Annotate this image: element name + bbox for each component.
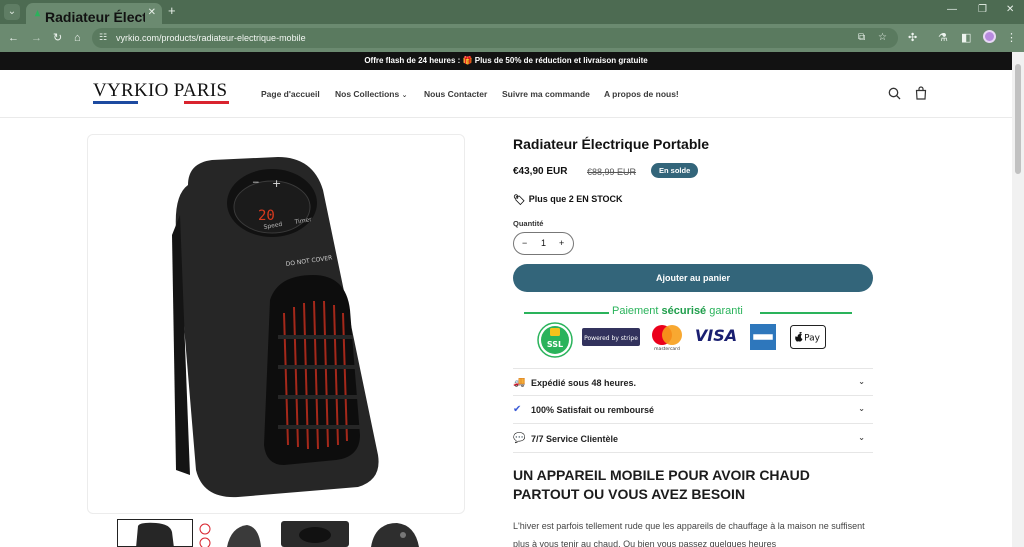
bookmark-star-icon[interactable]: ☆	[878, 32, 887, 43]
accordion-support-label: 7/7 Service Clientèle	[531, 434, 619, 444]
accordion-guarantee[interactable]: ✔ 100% Satisfait ou remboursé ⌄	[513, 396, 873, 424]
browser-toolbar: ← → ↻ ⌂ ☷ vyrkio.com/products/radiateur-…	[0, 24, 1024, 52]
site-info-icon[interactable]: ☷	[99, 32, 107, 43]
stripe-logo-icon: Powered by stripe	[582, 328, 640, 346]
description-heading: UN APPAREIL MOBILE POUR AVOIR CHAUD PART…	[513, 467, 810, 502]
chevron-down-icon: ⌄	[858, 433, 865, 442]
logo-tricolor-stripe	[93, 101, 229, 104]
visa-text: VISA	[695, 326, 737, 345]
tab-list-chevron-icon[interactable]: ⌄	[4, 4, 20, 20]
quantity-stepper: − 1 +	[513, 232, 574, 255]
tab-close-icon[interactable]: ✕	[148, 7, 156, 18]
announcement-bar: Offre flash de 24 heures : 🎁 Plus de 50%…	[0, 52, 1012, 70]
divider-right	[760, 312, 852, 314]
description-text: L'hiver est parfois tellement rude que l…	[513, 521, 865, 547]
stock-text: Plus que 2 EN STOCK	[528, 194, 623, 204]
accordion-guarantee-label: 100% Satisfait ou remboursé	[531, 405, 655, 415]
address-bar[interactable]: ☷ vyrkio.com/products/radiateur-electriq…	[92, 28, 898, 48]
visa-logo-icon: VISA	[695, 326, 737, 345]
thumbnail-1[interactable]	[117, 519, 193, 547]
truck-icon: 🚚	[513, 377, 526, 388]
apple-pay-logo-icon: Pay	[790, 325, 826, 349]
browser-menu-icon[interactable]: ⋮	[1006, 31, 1017, 45]
minimize-icon[interactable]: —	[947, 4, 957, 15]
scrollbar-thumb[interactable]	[1015, 64, 1021, 174]
chevron-down-icon: ⌄	[401, 92, 408, 99]
thumbnail-heater-icon	[136, 522, 174, 546]
thumbnail-panel-icon	[281, 521, 349, 547]
home-icon[interactable]: ⌂	[74, 31, 81, 45]
chevron-down-icon: ⌄	[858, 404, 865, 413]
forward-icon[interactable]: →	[31, 31, 42, 45]
page-scrollbar[interactable]	[1012, 52, 1024, 547]
ssl-badge-icon: SSL	[537, 322, 573, 358]
logo-text: VYRKIO PARIS	[93, 80, 228, 101]
accordion-support[interactable]: 💬 7/7 Service Clientèle ⌄	[513, 425, 873, 453]
secure-payment-label: Paiement sécurisé garanti	[612, 305, 743, 317]
accordion-shipping-label: Expédié sous 48 heures.	[531, 378, 637, 388]
thumbnail-4[interactable]	[357, 519, 433, 547]
device-plus-label: +	[272, 177, 281, 190]
quantity-input[interactable]: 1	[541, 238, 546, 248]
check-icon: ✔	[513, 404, 522, 415]
browser-tab-active[interactable]: Radiateur Électrique Portable ✕	[26, 3, 162, 25]
nav-collections[interactable]: Nos Collections ⌄	[335, 89, 407, 99]
mastercard-text: mastercard	[654, 346, 680, 352]
regular-price: €88,99 EUR	[587, 167, 637, 177]
apple-pay-text: Pay	[804, 334, 821, 344]
product-main-image[interactable]: − + 20 Speed Timer DO NOT COVER	[87, 134, 465, 514]
new-tab-button[interactable]: +	[168, 4, 176, 18]
cart-bag-icon[interactable]	[915, 86, 927, 100]
device-minus-label: −	[252, 178, 260, 188]
window-close-icon[interactable]: ✕	[1006, 4, 1014, 15]
heater-illustration: − + 20 Speed Timer DO NOT COVER	[172, 157, 379, 498]
chat-icon: 💬	[513, 433, 526, 444]
url-text[interactable]: vyrkio.com/products/radiateur-electrique…	[116, 33, 306, 43]
brand-logo[interactable]: VYRKIO PARIS	[93, 80, 229, 104]
add-to-cart-button[interactable]: Ajouter au panier	[513, 264, 873, 292]
ssl-text: SSL	[547, 340, 563, 349]
nav-about[interactable]: A propos de nous!	[604, 89, 679, 99]
accordion-shipping[interactable]: 🚚 Expédié sous 48 heures. ⌄	[513, 368, 873, 396]
profile-avatar[interactable]	[983, 30, 996, 43]
quantity-increase-button[interactable]: +	[559, 238, 564, 248]
search-icon[interactable]	[888, 87, 901, 100]
divider-left	[524, 312, 609, 314]
labs-flask-icon[interactable]: ⚗	[938, 31, 948, 45]
amex-logo-icon	[750, 324, 776, 350]
chevron-down-icon: ⌄	[858, 377, 865, 386]
quantity-label: Quantité	[513, 219, 544, 228]
restore-icon[interactable]: ❐	[978, 4, 987, 15]
tag-icon: 🏷	[513, 195, 526, 206]
tab-title: Radiateur Électrique Portable	[45, 9, 145, 25]
secure-payment-banner: Paiement sécurisé garanti SSL Powered by…	[524, 304, 852, 360]
nav-track-order[interactable]: Suivre ma commande	[502, 89, 590, 99]
nav-contact[interactable]: Nous Contacter	[424, 89, 487, 99]
site-header: VYRKIO PARIS Page d'accueil Nos Collecti…	[0, 70, 1012, 118]
product-thumbnails	[115, 519, 455, 547]
site-favicon-icon	[34, 9, 41, 17]
thumbnail-features-icon	[199, 523, 261, 547]
mastercard-logo-icon: mastercard	[652, 325, 682, 352]
stock-indicator: 🏷 Plus que 2 EN STOCK	[513, 194, 623, 206]
quantity-decrease-button[interactable]: −	[522, 238, 527, 248]
stripe-text: Powered by stripe	[584, 335, 638, 342]
thumbnail-2[interactable]	[197, 519, 273, 547]
sale-badge: En solde	[651, 163, 699, 178]
reload-icon[interactable]: ↻	[53, 31, 62, 45]
back-icon[interactable]: ←	[8, 31, 19, 45]
side-panel-icon[interactable]: ◧	[961, 31, 971, 45]
sale-price: €43,90 EUR	[513, 166, 568, 177]
thumbnail-3[interactable]	[277, 519, 353, 547]
nav-home[interactable]: Page d'accueil	[261, 89, 320, 99]
extensions-icon[interactable]: ✣	[908, 31, 917, 45]
translate-icon[interactable]: ⧉	[858, 32, 865, 43]
product-title: Radiateur Électrique Portable	[513, 136, 710, 152]
browser-tabbar: ⌄ Radiateur Électrique Portable ✕ + — ❐ …	[0, 0, 1024, 25]
thumbnail-wall-icon	[371, 523, 419, 547]
